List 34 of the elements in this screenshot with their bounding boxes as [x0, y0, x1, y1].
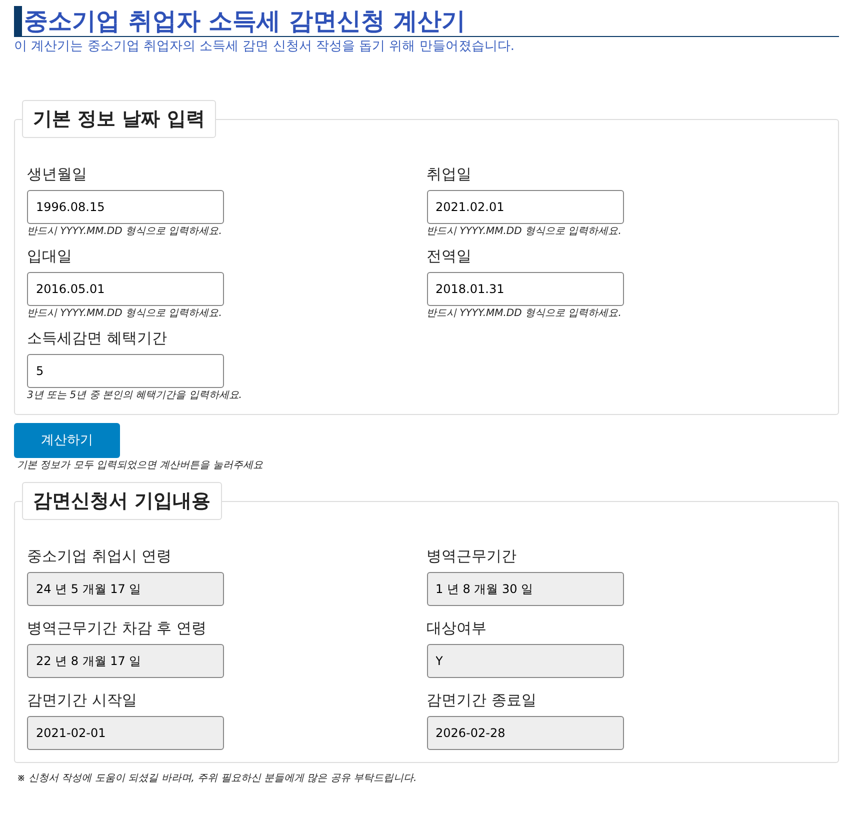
help-text: 반드시 YYYY.MM.DD 형식으로 입력하세요.	[426, 226, 622, 238]
help-text: 반드시 YYYY.MM.DD 형식으로 입력하세요.	[426, 308, 622, 320]
input-field[interactable]: 2018.01.31	[426, 272, 624, 306]
field-label: 생년월일	[27, 164, 87, 184]
field-label: 입대일	[27, 246, 72, 266]
input-field[interactable]: 22 년 8 개월 17 일	[27, 644, 224, 678]
input-field[interactable]: 5	[27, 354, 224, 388]
field-label: 취업일	[426, 164, 472, 184]
input-field[interactable]: 2021-02-01	[27, 716, 224, 750]
input-field[interactable]: 1996.08.15	[27, 190, 224, 224]
section-legend: 기본 정보 날짜 입력	[22, 100, 216, 138]
page-title: 중소기업 취업자 소득세 감면신청 계산기	[14, 6, 839, 37]
field-label: 병역근무기간 차감 후 연령	[27, 618, 206, 638]
input-field[interactable]: Y	[426, 644, 624, 678]
help-text: 반드시 YYYY.MM.DD 형식으로 입력하세요.	[27, 226, 223, 238]
footnote-text: ※ 신청서 작성에 도움이 되셨길 바라며, 주위 필요하신 분들에게 많은 공유 부탁드립니다.	[17, 773, 418, 785]
help-text: 기본 정보가 모두 입력되었으면 계산버튼을 눌러주세요	[17, 460, 264, 472]
input-field[interactable]: 2026-02-28	[426, 716, 624, 750]
field-label: 병역근무기간	[426, 546, 516, 566]
input-field[interactable]: 24 년 5 개월 17 일	[27, 572, 224, 606]
help-text: 3년 또는 5년 중 본인의 혜택기간을 입력하세요.	[27, 390, 243, 402]
field-label: 전역일	[426, 246, 472, 266]
input-field[interactable]: 2016.05.01	[27, 272, 224, 306]
input-field[interactable]: 2021.02.01	[426, 190, 624, 224]
input-field[interactable]: 1 년 8 개월 30 일	[426, 572, 624, 606]
field-label: 감면기간 시작일	[27, 690, 137, 710]
field-label: 소득세감면 혜택기간	[27, 328, 167, 348]
help-text: 반드시 YYYY.MM.DD 형식으로 입력하세요.	[27, 308, 223, 320]
field-label: 중소기업 취업시 연령	[27, 546, 172, 566]
field-label: 대상여부	[426, 618, 486, 638]
field-label: 감면기간 종료일	[426, 690, 536, 710]
subtitle-text: 이 계산기는 중소기업 취업자의 소득세 감면 신청서 작성을 돕기 위해 만들어졌습니다.	[14, 39, 516, 55]
section-legend: 감면신청서 기입내용	[22, 482, 222, 520]
calculate-button[interactable]: 계산하기	[14, 423, 120, 458]
